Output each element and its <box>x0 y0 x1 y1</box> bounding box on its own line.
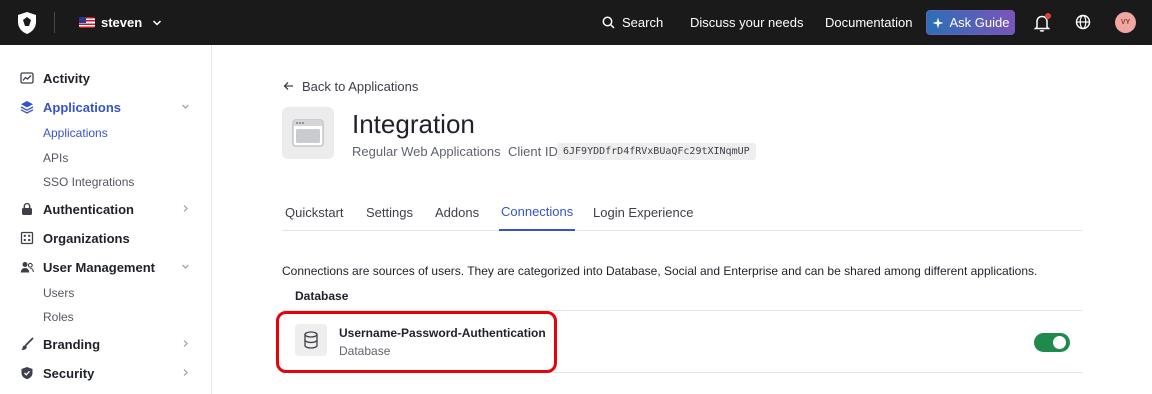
application-type: Regular Web Applications <box>352 144 501 159</box>
sidebar-item-label: Authentication <box>43 201 134 217</box>
arrow-left-icon <box>283 82 293 90</box>
sidebar-subitem-roles[interactable]: Roles <box>43 307 74 327</box>
sidebar-item-label: Activity <box>43 70 90 86</box>
application-icon <box>282 107 334 159</box>
tab-bar: Quickstart Settings Addons Connections L… <box>282 194 1082 231</box>
browser-window-icon <box>292 119 324 147</box>
sidebar-item-authentication[interactable]: Authentication <box>0 196 211 222</box>
sparkle-icon <box>932 17 943 28</box>
search-button[interactable]: Search <box>602 0 663 45</box>
sidebar-subitem-sso-integrations[interactable]: SSO Integrations <box>43 172 134 192</box>
lock-icon <box>22 202 32 215</box>
back-to-applications-link[interactable]: Back to Applications <box>283 77 418 95</box>
globe-icon[interactable] <box>1075 14 1091 30</box>
chevron-right-icon <box>183 369 188 376</box>
activity-chart-icon <box>20 72 34 84</box>
chevron-right-icon <box>183 205 188 212</box>
sidebar-subitem-users[interactable]: Users <box>43 283 74 303</box>
documentation-link[interactable]: Documentation <box>825 0 912 45</box>
building-icon <box>20 231 34 245</box>
sidebar-item-organizations[interactable]: Organizations <box>0 225 211 251</box>
chevron-right-icon <box>183 340 188 347</box>
discuss-needs-link[interactable]: Discuss your needs <box>690 0 803 45</box>
sidebar-item-security[interactable]: Security <box>0 360 211 386</box>
top-bar: steven Search Discuss your needs Documen… <box>0 0 1152 45</box>
divider <box>54 12 55 33</box>
tenant-selector[interactable]: steven <box>79 0 162 45</box>
tab-connections[interactable]: Connections <box>499 194 576 231</box>
chevron-down-icon <box>182 104 189 109</box>
page-title: Integration <box>352 109 475 139</box>
brush-icon <box>21 337 34 351</box>
tenant-name: steven <box>101 15 143 30</box>
sidebar-item-label: Applications <box>43 99 122 115</box>
sidebar-subitem-apis[interactable]: APIs <box>43 148 68 168</box>
sidebar-subitem-applications[interactable]: Applications <box>43 123 108 143</box>
toggle-knob <box>1053 336 1066 349</box>
client-id-value[interactable]: 6JF9YDDfrD4fRVxBUaQFc29tXINqmUP <box>557 143 756 160</box>
sidebar-item-label: User Management <box>43 259 155 275</box>
user-avatar[interactable]: VY <box>1115 12 1136 33</box>
ask-guide-button[interactable]: Ask Guide <box>926 10 1015 35</box>
connections-description: Connections are sources of users. They a… <box>282 264 1038 278</box>
users-icon <box>20 262 34 273</box>
search-icon <box>602 16 615 29</box>
sidebar-item-label: Security <box>43 365 95 381</box>
tab-settings[interactable]: Settings <box>366 194 413 231</box>
tab-addons[interactable]: Addons <box>435 194 479 231</box>
tab-quickstart[interactable]: Quickstart <box>285 194 344 231</box>
sidebar-item-label: Organizations <box>43 230 130 246</box>
layers-icon <box>20 101 34 114</box>
shield-check-icon <box>21 367 33 380</box>
sidebar-item-activity[interactable]: Activity <box>0 65 211 91</box>
tab-login-experience[interactable]: Login Experience <box>593 194 693 231</box>
sidebar-item-user-management[interactable]: User Management <box>0 254 211 280</box>
section-title-database: Database <box>295 289 349 303</box>
notification-dot <box>1045 13 1051 19</box>
back-label: Back to Applications <box>302 78 419 94</box>
search-label: Search <box>622 15 664 30</box>
ask-guide-label: Ask Guide <box>949 15 1010 30</box>
chevron-down-icon <box>182 264 189 269</box>
sidebar-item-applications[interactable]: Applications <box>0 94 211 120</box>
connection-enabled-toggle[interactable] <box>1034 333 1070 352</box>
chevron-down-icon <box>153 19 162 26</box>
shield-logo-icon[interactable] <box>16 11 38 35</box>
client-id-label: Client ID <box>508 144 558 159</box>
sidebar-item-label: Branding <box>43 336 101 352</box>
sidebar: Activity Applications Applications APIs … <box>0 45 212 394</box>
sidebar-item-branding[interactable]: Branding <box>0 331 211 357</box>
us-flag-icon <box>79 17 95 28</box>
highlight-annotation <box>276 311 557 373</box>
